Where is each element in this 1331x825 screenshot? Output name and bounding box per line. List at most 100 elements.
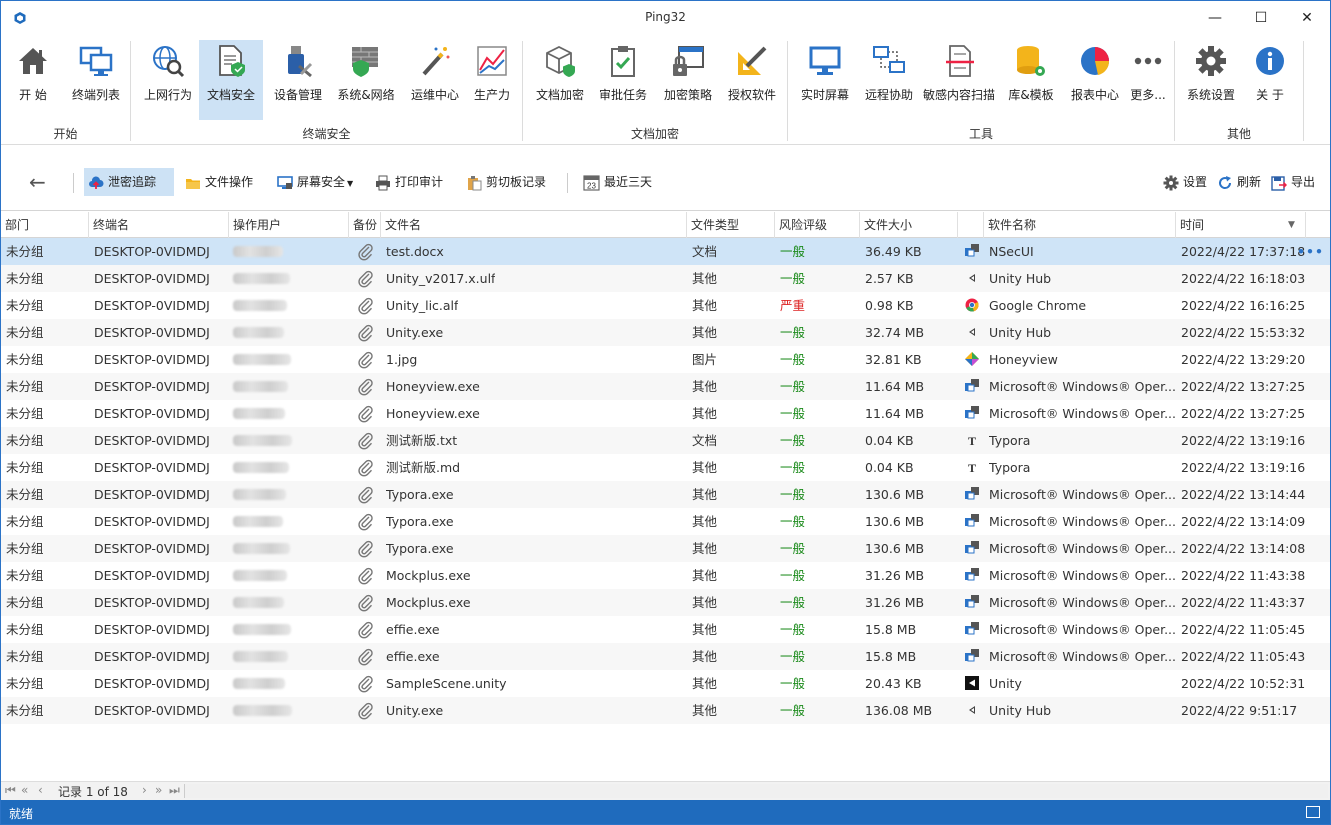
export-button[interactable]: 导出 bbox=[1267, 168, 1321, 196]
ribbon-licensed-software-button[interactable]: 授权软件 bbox=[723, 40, 781, 120]
minimize-button[interactable]: — bbox=[1192, 1, 1238, 35]
cell-filename: 测试新版.txt bbox=[386, 433, 458, 448]
paperclip-icon[interactable] bbox=[357, 481, 375, 508]
ribbon-remote-assist-button[interactable]: 远程协助 bbox=[859, 40, 919, 120]
table-row[interactable]: 未分组 DESKTOP-0VIDMDJ 测试新版.txt 文档 一般 0.04 KB T Ty… bbox=[1, 427, 1330, 454]
paperclip-icon[interactable] bbox=[357, 616, 375, 643]
paperclip-icon[interactable] bbox=[357, 292, 375, 319]
paperclip-icon[interactable] bbox=[357, 697, 375, 724]
ribbon-encrypt-policy-button[interactable]: 加密策略 bbox=[657, 40, 719, 120]
cell-time: 2022/4/22 16:18:03 bbox=[1181, 271, 1306, 286]
table-row[interactable]: 未分组 DESKTOP-0VIDMDJ 1.jpg 图片 一般 32.81 KB Honey… bbox=[1, 346, 1330, 373]
tab-file-operations[interactable]: 文件操作 bbox=[181, 168, 259, 196]
cell-user-redacted bbox=[233, 597, 284, 608]
settings-button[interactable]: 设置 bbox=[1159, 168, 1213, 196]
paperclip-icon[interactable] bbox=[357, 265, 375, 292]
row-more-button[interactable]: ••• bbox=[1297, 238, 1324, 265]
ribbon-more-button[interactable]: 更多... bbox=[1127, 40, 1169, 120]
next-page-button[interactable]: » bbox=[155, 783, 162, 797]
ribbon-web-behavior-button[interactable]: 上网行为 bbox=[137, 40, 199, 120]
last-record-button[interactable]: ⏭ bbox=[169, 783, 180, 798]
column-header-software[interactable]: 软件名称 bbox=[984, 212, 1176, 238]
cell-time: 2022/4/22 16:16:25 bbox=[1181, 298, 1306, 313]
ribbon-report-center-button[interactable]: 报表中心 bbox=[1065, 40, 1125, 120]
ribbon-device-mgmt-button[interactable]: 设备管理 bbox=[267, 40, 329, 120]
paperclip-icon[interactable] bbox=[357, 562, 375, 589]
ribbon-terminal-list-button[interactable]: 终端列表 bbox=[65, 40, 127, 120]
column-header-terminal[interactable]: 终端名 bbox=[89, 212, 229, 238]
cell-filesize: 32.74 MB bbox=[865, 325, 925, 340]
paperclip-icon[interactable] bbox=[357, 508, 375, 535]
ribbon-ops-center-button[interactable]: 运维中心 bbox=[405, 40, 465, 120]
panel-toggle-icon[interactable] bbox=[1306, 806, 1320, 818]
column-header-filename[interactable]: 文件名 bbox=[381, 212, 687, 238]
table-row[interactable]: 未分组 DESKTOP-0VIDMDJ Typora.exe 其他 一般 130.6 MB… bbox=[1, 535, 1330, 562]
cell-filesize: 36.49 KB bbox=[865, 244, 922, 259]
first-record-button[interactable]: ⏮ bbox=[5, 783, 16, 798]
next-record-button[interactable]: › bbox=[142, 783, 147, 797]
ribbon-system-network-button[interactable]: 系统&网络 bbox=[333, 40, 399, 120]
date-range-button[interactable]: 23 最近三天 bbox=[579, 168, 658, 196]
table-row[interactable]: 未分组 DESKTOP-0VIDMDJ Mockplus.exe 其他 一般 31.26 … bbox=[1, 562, 1330, 589]
table-row[interactable]: 未分组 DESKTOP-0VIDMDJ test.docx 文档 一般 36.49 KB N… bbox=[1, 238, 1330, 265]
maximize-button[interactable]: ☐ bbox=[1238, 1, 1284, 35]
ribbon-label: 报表中心 bbox=[1070, 88, 1119, 102]
column-header-dept[interactable]: 部门 bbox=[1, 212, 89, 238]
table-row[interactable]: 未分组 DESKTOP-0VIDMDJ effie.exe 其他 一般 15.8 MB Mi… bbox=[1, 643, 1330, 670]
ribbon-label: 远程协助 bbox=[864, 88, 913, 102]
tab-leak-tracking[interactable]: 泄密追踪 bbox=[84, 168, 174, 196]
column-header-filetype[interactable]: 文件类型 bbox=[687, 212, 775, 238]
table-row[interactable]: 未分组 DESKTOP-0VIDMDJ Typora.exe 其他 一般 130.6 MB… bbox=[1, 481, 1330, 508]
refresh-button[interactable]: 刷新 bbox=[1213, 168, 1267, 196]
ribbon-doc-security-button[interactable]: 文档安全 bbox=[199, 40, 263, 120]
column-header-backup[interactable]: 备份 bbox=[349, 212, 381, 238]
ribbon-productivity-button[interactable]: 生产力 bbox=[467, 40, 517, 120]
ribbon-home-button[interactable]: 开 始 bbox=[5, 40, 61, 120]
prev-record-button[interactable]: ‹ bbox=[38, 783, 43, 797]
table-row[interactable]: 未分组 DESKTOP-0VIDMDJ SampleScene.unity 其他 一般 2… bbox=[1, 670, 1330, 697]
paperclip-icon[interactable] bbox=[357, 454, 375, 481]
table-row[interactable]: 未分组 DESKTOP-0VIDMDJ Typora.exe 其他 一般 130.6 MB… bbox=[1, 508, 1330, 535]
ribbon-about-button[interactable]: 关 于 bbox=[1245, 40, 1295, 120]
ribbon-doc-encrypt-button[interactable]: 文档加密 bbox=[529, 40, 591, 120]
column-header-time[interactable]: 时间 bbox=[1176, 212, 1306, 238]
paperclip-icon[interactable] bbox=[357, 238, 375, 265]
prev-page-button[interactable]: « bbox=[21, 783, 28, 797]
table-row[interactable]: 未分组 DESKTOP-0VIDMDJ Mockplus.exe 其他 一般 31.26 … bbox=[1, 589, 1330, 616]
paperclip-icon[interactable] bbox=[357, 670, 375, 697]
table-row[interactable]: 未分组 DESKTOP-0VIDMDJ Unity_v2017.x.ulf 其他 一般 2… bbox=[1, 265, 1330, 292]
table-row[interactable]: 未分组 DESKTOP-0VIDMDJ Honeyview.exe 其他 一般 11.64… bbox=[1, 373, 1330, 400]
paperclip-icon[interactable] bbox=[357, 643, 375, 670]
ribbon-approval-tasks-button[interactable]: 审批任务 bbox=[593, 40, 653, 120]
paperclip-icon[interactable] bbox=[357, 346, 375, 373]
paperclip-icon[interactable] bbox=[357, 589, 375, 616]
column-header-risk[interactable]: 风险评级 bbox=[775, 212, 860, 238]
tab-screen-security[interactable]: 屏幕安全 ▼ bbox=[273, 168, 359, 196]
horizontal-scrollbar[interactable] bbox=[184, 784, 1328, 798]
column-header-user[interactable]: 操作用户 bbox=[229, 212, 349, 238]
back-button[interactable]: ← bbox=[25, 168, 52, 196]
tab-clipboard-records[interactable]: 剪切板记录 bbox=[462, 168, 552, 196]
ribbon-live-screen-button[interactable]: 实时屏幕 bbox=[795, 40, 855, 120]
ribbon-label: 终端列表 bbox=[71, 88, 120, 102]
paperclip-icon[interactable] bbox=[357, 535, 375, 562]
table-row[interactable]: 未分组 DESKTOP-0VIDMDJ 测试新版.md 其他 一般 0.04 KB T Typ… bbox=[1, 454, 1330, 481]
table-row[interactable]: 未分组 DESKTOP-0VIDMDJ Honeyview.exe 其他 一般 11.64… bbox=[1, 400, 1330, 427]
cell-user-redacted bbox=[233, 381, 288, 392]
ribbon-sensitive-scan-button[interactable]: 敏感内容扫描 bbox=[921, 40, 997, 120]
paperclip-icon[interactable] bbox=[357, 373, 375, 400]
ribbon-library-template-button[interactable]: 库&模板 bbox=[1001, 40, 1061, 120]
tab-print-audit[interactable]: 打印审计 bbox=[371, 168, 449, 196]
column-header-filesize[interactable]: 文件大小 bbox=[860, 212, 958, 238]
column-header-sw-icon[interactable] bbox=[958, 212, 984, 238]
table-row[interactable]: 未分组 DESKTOP-0VIDMDJ Unity.exe 其他 一般 136.08 MB… bbox=[1, 697, 1330, 724]
close-button[interactable]: ✕ bbox=[1284, 1, 1330, 35]
paperclip-icon[interactable] bbox=[357, 400, 375, 427]
table-row[interactable]: 未分组 DESKTOP-0VIDMDJ effie.exe 其他 一般 15.8 MB Mi… bbox=[1, 616, 1330, 643]
table-row[interactable]: 未分组 DESKTOP-0VIDMDJ Unity.exe 其他 一般 32.74 MB U… bbox=[1, 319, 1330, 346]
cell-dept: 未分组 bbox=[6, 541, 44, 556]
paperclip-icon[interactable] bbox=[357, 427, 375, 454]
paperclip-icon[interactable] bbox=[357, 319, 375, 346]
ribbon-system-settings-button[interactable]: 系统设置 bbox=[1181, 40, 1241, 120]
table-row[interactable]: 未分组 DESKTOP-0VIDMDJ Unity_lic.alf 其他 严重 0.98 … bbox=[1, 292, 1330, 319]
